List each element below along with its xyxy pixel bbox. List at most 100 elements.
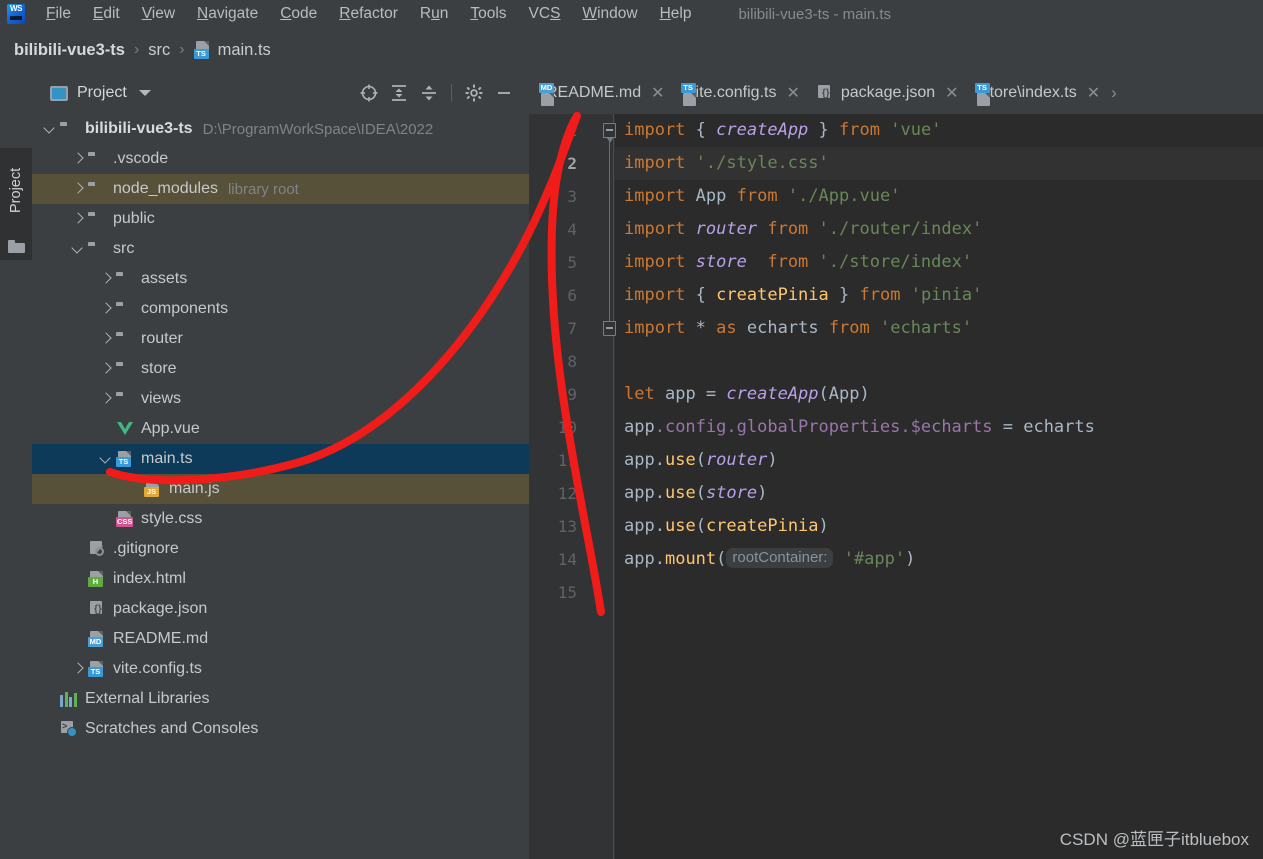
tree-row[interactable]: MDREADME.md xyxy=(32,624,529,654)
line-number: 9 xyxy=(529,378,577,411)
tree-row[interactable]: .gitignore xyxy=(32,534,529,564)
close-icon[interactable]: ✕ xyxy=(651,83,664,103)
line-number: 5 xyxy=(529,246,577,279)
code-line[interactable]: import { createPinia } from 'pinia' xyxy=(624,279,1263,312)
breadcrumb-item-src[interactable]: src xyxy=(148,41,170,60)
tree-row[interactable]: App.vue xyxy=(32,414,529,444)
chevron-right-icon[interactable] xyxy=(98,331,114,347)
chevron-down-icon[interactable] xyxy=(139,90,151,96)
editor-tab[interactable]: MDREADME.md✕ xyxy=(529,72,671,114)
line-number: 2 xyxy=(529,147,577,180)
chevron-right-icon[interactable] xyxy=(98,271,114,287)
tree-row[interactable]: bilibili-vue3-tsD:\ProgramWorkSpace\IDEA… xyxy=(32,114,529,144)
tree-row[interactable]: External Libraries xyxy=(32,684,529,714)
code-line[interactable]: app.use(store) xyxy=(624,477,1263,510)
menu-item-code[interactable]: Code xyxy=(269,0,328,28)
tree-row[interactable]: CSSstyle.css xyxy=(32,504,529,534)
menu-item-view[interactable]: View xyxy=(131,0,186,28)
code-line[interactable]: import router from './router/index' xyxy=(624,213,1263,246)
code-line[interactable]: import './style.css' xyxy=(615,147,1263,180)
code-line[interactable]: app.mount(rootContainer: '#app') xyxy=(624,543,1263,576)
collapse-all-icon[interactable] xyxy=(414,78,444,108)
code-line[interactable]: import store from './store/index' xyxy=(624,246,1263,279)
code-line[interactable]: let app = createApp(App) xyxy=(624,378,1263,411)
menu-item-vcs[interactable]: VCS xyxy=(518,0,572,28)
chevron-right-icon[interactable]: › xyxy=(1106,83,1122,103)
chevron-right-icon[interactable] xyxy=(98,361,114,377)
select-opened-file-icon[interactable] xyxy=(354,78,384,108)
editor-tab[interactable]: TSvite.config.ts✕ xyxy=(671,72,806,114)
code-token: import xyxy=(624,318,685,338)
code-editor[interactable]: 123456789101112131415 import { createApp… xyxy=(529,114,1263,859)
chevron-down-icon[interactable] xyxy=(42,121,58,137)
code-line[interactable] xyxy=(624,576,1263,609)
tree-row[interactable]: public xyxy=(32,204,529,234)
chevron-down-icon[interactable] xyxy=(70,241,86,257)
breadcrumb-item-project[interactable]: bilibili-vue3-ts xyxy=(14,41,125,60)
tree-row-label: package.json xyxy=(113,600,207,618)
code-token: echarts xyxy=(1023,417,1095,437)
code-token: . xyxy=(655,450,665,470)
stripe-label-project[interactable]: Project xyxy=(0,150,32,230)
tree-row[interactable]: JSmain.js xyxy=(32,474,529,504)
tree-row[interactable]: store xyxy=(32,354,529,384)
editor-tab[interactable]: {}package.json✕ xyxy=(806,72,965,114)
close-icon[interactable]: ✕ xyxy=(945,83,958,103)
menu-item-help[interactable]: Help xyxy=(649,0,703,28)
chevron-right-icon[interactable] xyxy=(98,301,114,317)
code-line[interactable]: import { createApp } from 'vue' xyxy=(624,114,1263,147)
tree-row[interactable]: TSvite.config.ts xyxy=(32,654,529,684)
code-line[interactable]: import App from './App.vue' xyxy=(624,180,1263,213)
tree-row-label: index.html xyxy=(113,570,186,588)
tree-row[interactable]: .vscode xyxy=(32,144,529,174)
settings-gear-icon[interactable] xyxy=(459,78,489,108)
editor-gutter[interactable]: 123456789101112131415 xyxy=(529,114,615,859)
menu-item-navigate[interactable]: Navigate xyxy=(186,0,269,28)
breadcrumb-item-file[interactable]: main.ts xyxy=(218,41,271,60)
tree-row[interactable]: router xyxy=(32,324,529,354)
code-line[interactable]: app.config.globalProperties.$echarts = e… xyxy=(624,411,1263,444)
chevron-right-icon[interactable] xyxy=(98,391,114,407)
typescript-file-icon: TS xyxy=(88,661,106,677)
menu-item-tools[interactable]: Tools xyxy=(459,0,517,28)
code-token xyxy=(870,318,880,338)
menu-item-window[interactable]: Window xyxy=(571,0,648,28)
code-token xyxy=(808,252,818,272)
breadcrumb-separator: › xyxy=(179,41,184,59)
tree-row-label: External Libraries xyxy=(85,690,210,708)
menu-item-run[interactable]: Run xyxy=(409,0,459,28)
tree-row[interactable]: Hindex.html xyxy=(32,564,529,594)
chevron-down-icon[interactable] xyxy=(98,451,114,467)
chevron-right-icon[interactable] xyxy=(70,151,86,167)
tree-row[interactable]: components xyxy=(32,294,529,324)
tree-row[interactable]: views xyxy=(32,384,529,414)
menu-item-refactor[interactable]: Refactor xyxy=(328,0,409,28)
line-number: 8 xyxy=(529,345,577,378)
menu-item-edit[interactable]: Edit xyxy=(82,0,131,28)
typescript-file-icon: TS xyxy=(116,451,134,467)
code-content[interactable]: import { createApp } from 'vue'import '.… xyxy=(615,114,1263,859)
tree-row[interactable]: {} package.json xyxy=(32,594,529,624)
menu-item-file[interactable]: File xyxy=(35,0,82,28)
code-line[interactable]: import * as echarts from 'echarts' xyxy=(624,312,1263,345)
tree-row[interactable]: node_moduleslibrary root xyxy=(32,174,529,204)
code-line[interactable]: app.use(router) xyxy=(624,444,1263,477)
expand-all-icon[interactable] xyxy=(384,78,414,108)
json-file-icon: {} xyxy=(88,601,106,617)
code-token: use xyxy=(665,516,696,536)
chevron-right-icon[interactable] xyxy=(70,661,86,677)
tree-row[interactable]: src xyxy=(32,234,529,264)
code-line[interactable] xyxy=(624,345,1263,378)
hide-panel-icon[interactable] xyxy=(489,78,519,108)
tree-row[interactable]: TSmain.ts xyxy=(32,444,529,474)
code-line[interactable]: app.use(createPinia) xyxy=(624,510,1263,543)
window-title: bilibili-vue3-ts - main.ts xyxy=(738,6,891,23)
project-view-icon xyxy=(50,86,68,101)
editor-tab[interactable]: TSstore\index.ts✕ xyxy=(965,72,1107,114)
tree-row[interactable]: assets xyxy=(32,264,529,294)
chevron-right-icon[interactable] xyxy=(70,211,86,227)
tree-row[interactable]: >_Scratches and Consoles xyxy=(32,714,529,744)
chevron-right-icon[interactable] xyxy=(70,181,86,197)
close-icon[interactable]: ✕ xyxy=(786,83,799,103)
close-icon[interactable]: ✕ xyxy=(1087,83,1100,103)
